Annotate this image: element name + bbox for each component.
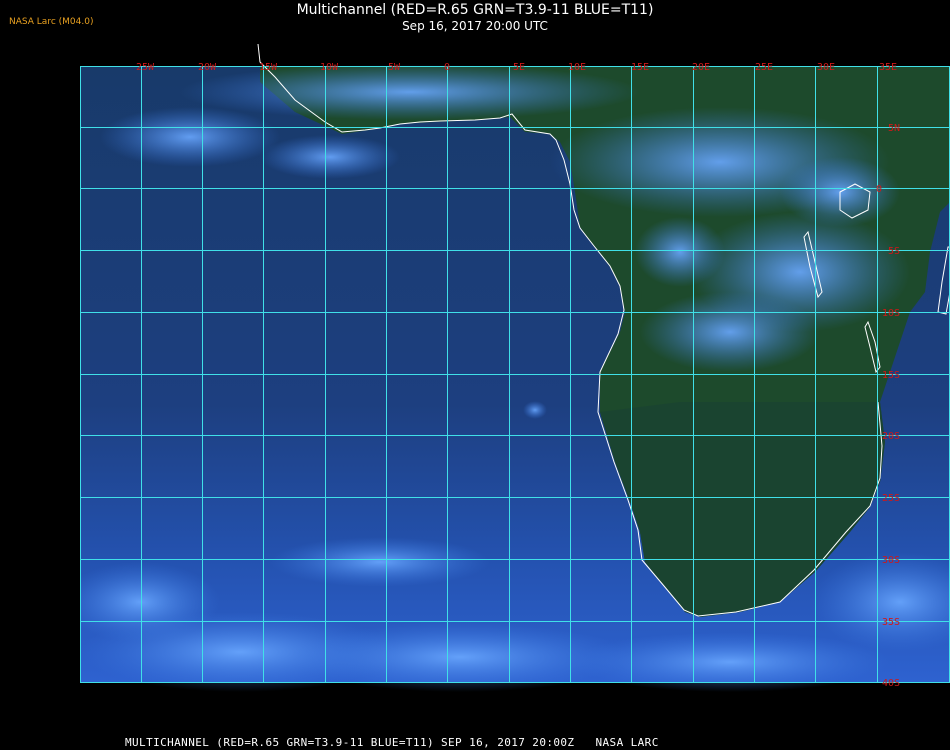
credit-label: NASA Larc (M04.0) <box>9 17 94 27</box>
lat-label: 25S <box>882 493 900 504</box>
lat-label: 0 <box>876 184 882 195</box>
lon-label: 0 <box>444 62 450 73</box>
lat-label: 5S <box>888 246 900 257</box>
image-title: Multichannel (RED=R.65 GRN=T3.9-11 BLUE=… <box>296 2 654 18</box>
satellite-map: 25W 20W 15W 10W 5W 0 5E 10E 15E 20E 25E … <box>80 43 950 692</box>
lat-label: 30S <box>882 555 900 566</box>
lon-label: 20W <box>198 62 217 73</box>
lon-label: 5W <box>388 62 401 73</box>
lat-label: 35S <box>882 617 900 628</box>
lat-label: 20S <box>882 431 900 442</box>
image-datetime: Sep 16, 2017 20:00 UTC <box>402 19 548 33</box>
lon-label: 10W <box>320 62 339 73</box>
lon-label: 20E <box>692 62 710 73</box>
lon-label: 5E <box>513 62 525 73</box>
footer-caption: MULTICHANNEL (RED=R.65 GRN=T3.9-11 BLUE=… <box>125 736 659 749</box>
lat-label: 40S <box>882 678 900 689</box>
lon-label: 15W <box>259 62 278 73</box>
lon-label: 15E <box>631 62 649 73</box>
lat-label: 10S <box>882 308 900 319</box>
lon-label: 30E <box>817 62 835 73</box>
lat-label: 15S <box>882 370 900 381</box>
lon-label: 25E <box>755 62 773 73</box>
lon-label: 25W <box>136 62 155 73</box>
lon-label: 10E <box>568 62 586 73</box>
lon-label: 35E <box>879 62 897 73</box>
lat-label: 5N <box>888 123 900 134</box>
